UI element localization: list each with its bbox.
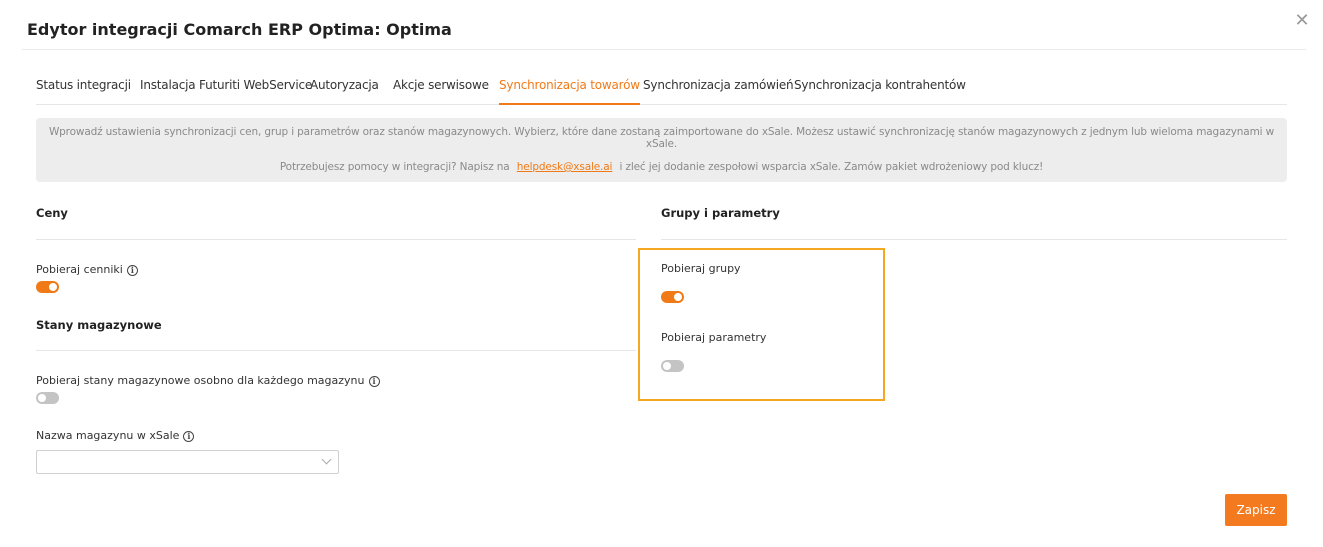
- groups-label: Pobieraj grupy: [661, 262, 741, 275]
- save-button[interactable]: Zapisz: [1225, 494, 1287, 526]
- toggle-knob: [49, 283, 57, 291]
- stock-divider: [36, 350, 636, 351]
- info-icon[interactable]: i: [368, 376, 380, 387]
- price-lists-label-text: Pobieraj cenniki: [36, 263, 123, 276]
- info-icon[interactable]: i: [183, 431, 195, 442]
- toggle-knob: [38, 394, 46, 402]
- stock-per-warehouse-label-text: Pobieraj stany magazynowe osobno dla każ…: [36, 374, 365, 387]
- tab-synchronizacja-zamowien[interactable]: Synchronizacja zamówień: [643, 78, 794, 104]
- tab-autoryzacja[interactable]: Autoryzacja: [310, 78, 379, 104]
- groups-toggle[interactable]: [661, 291, 684, 303]
- info-help-text: Potrzebujesz pomocy w integracji? Napisz…: [279, 161, 510, 173]
- info-text-line1: Wprowadź ustawienia synchronizacji cen, …: [48, 126, 1275, 150]
- header-divider: [22, 49, 1306, 50]
- toggle-knob: [674, 293, 682, 301]
- tab-akcje-serwisowe[interactable]: Akcje serwisowe: [393, 78, 489, 104]
- warehouse-name-label-text: Nazwa magazynu w xSale: [36, 429, 180, 442]
- toggle-knob: [663, 362, 671, 370]
- groups-divider: [661, 239, 1287, 240]
- info-box: Wprowadź ustawienia synchronizacji cen, …: [36, 118, 1287, 182]
- tab-bar: Status integracji Instalacja Futuriti We…: [36, 78, 1287, 105]
- info-help-text-after: i zleć jej dodanie zespołowi wsparcia xS…: [619, 161, 1044, 173]
- warehouse-select[interactable]: [36, 450, 339, 474]
- stock-per-warehouse-toggle[interactable]: [36, 392, 59, 404]
- groups-section-title: Grupy i parametry: [661, 206, 780, 220]
- dialog-title: Edytor integracji Comarch ERP Optima: Op…: [27, 20, 452, 39]
- info-text-line2: Potrzebujesz pomocy w integracji? Napisz…: [36, 161, 1287, 173]
- tab-synchronizacja-towarow[interactable]: Synchronizacja towarów: [499, 78, 640, 105]
- warehouse-name-label: Nazwa magazynu w xSale i: [36, 429, 195, 442]
- info-icon[interactable]: i: [126, 265, 138, 276]
- stock-per-warehouse-label: Pobieraj stany magazynowe osobno dla każ…: [36, 374, 380, 387]
- params-label: Pobieraj parametry: [661, 331, 767, 344]
- tab-status-integracji[interactable]: Status integracji: [36, 78, 131, 104]
- price-lists-label: Pobieraj cenniki i: [36, 263, 138, 276]
- params-toggle[interactable]: [661, 360, 684, 372]
- close-icon[interactable]: ✕: [1294, 11, 1310, 29]
- prices-section-title: Ceny: [36, 206, 68, 220]
- price-lists-toggle[interactable]: [36, 281, 59, 293]
- prices-divider: [36, 239, 636, 240]
- tab-instalacja-webservice[interactable]: Instalacja Futuriti WebService: [140, 78, 312, 104]
- helpdesk-link[interactable]: helpdesk@xsale.ai: [517, 161, 613, 173]
- stock-section-title: Stany magazynowe: [36, 318, 162, 332]
- chevron-down-icon: [321, 454, 332, 465]
- tab-synchronizacja-kontrahentow[interactable]: Synchronizacja kontrahentów: [794, 78, 966, 104]
